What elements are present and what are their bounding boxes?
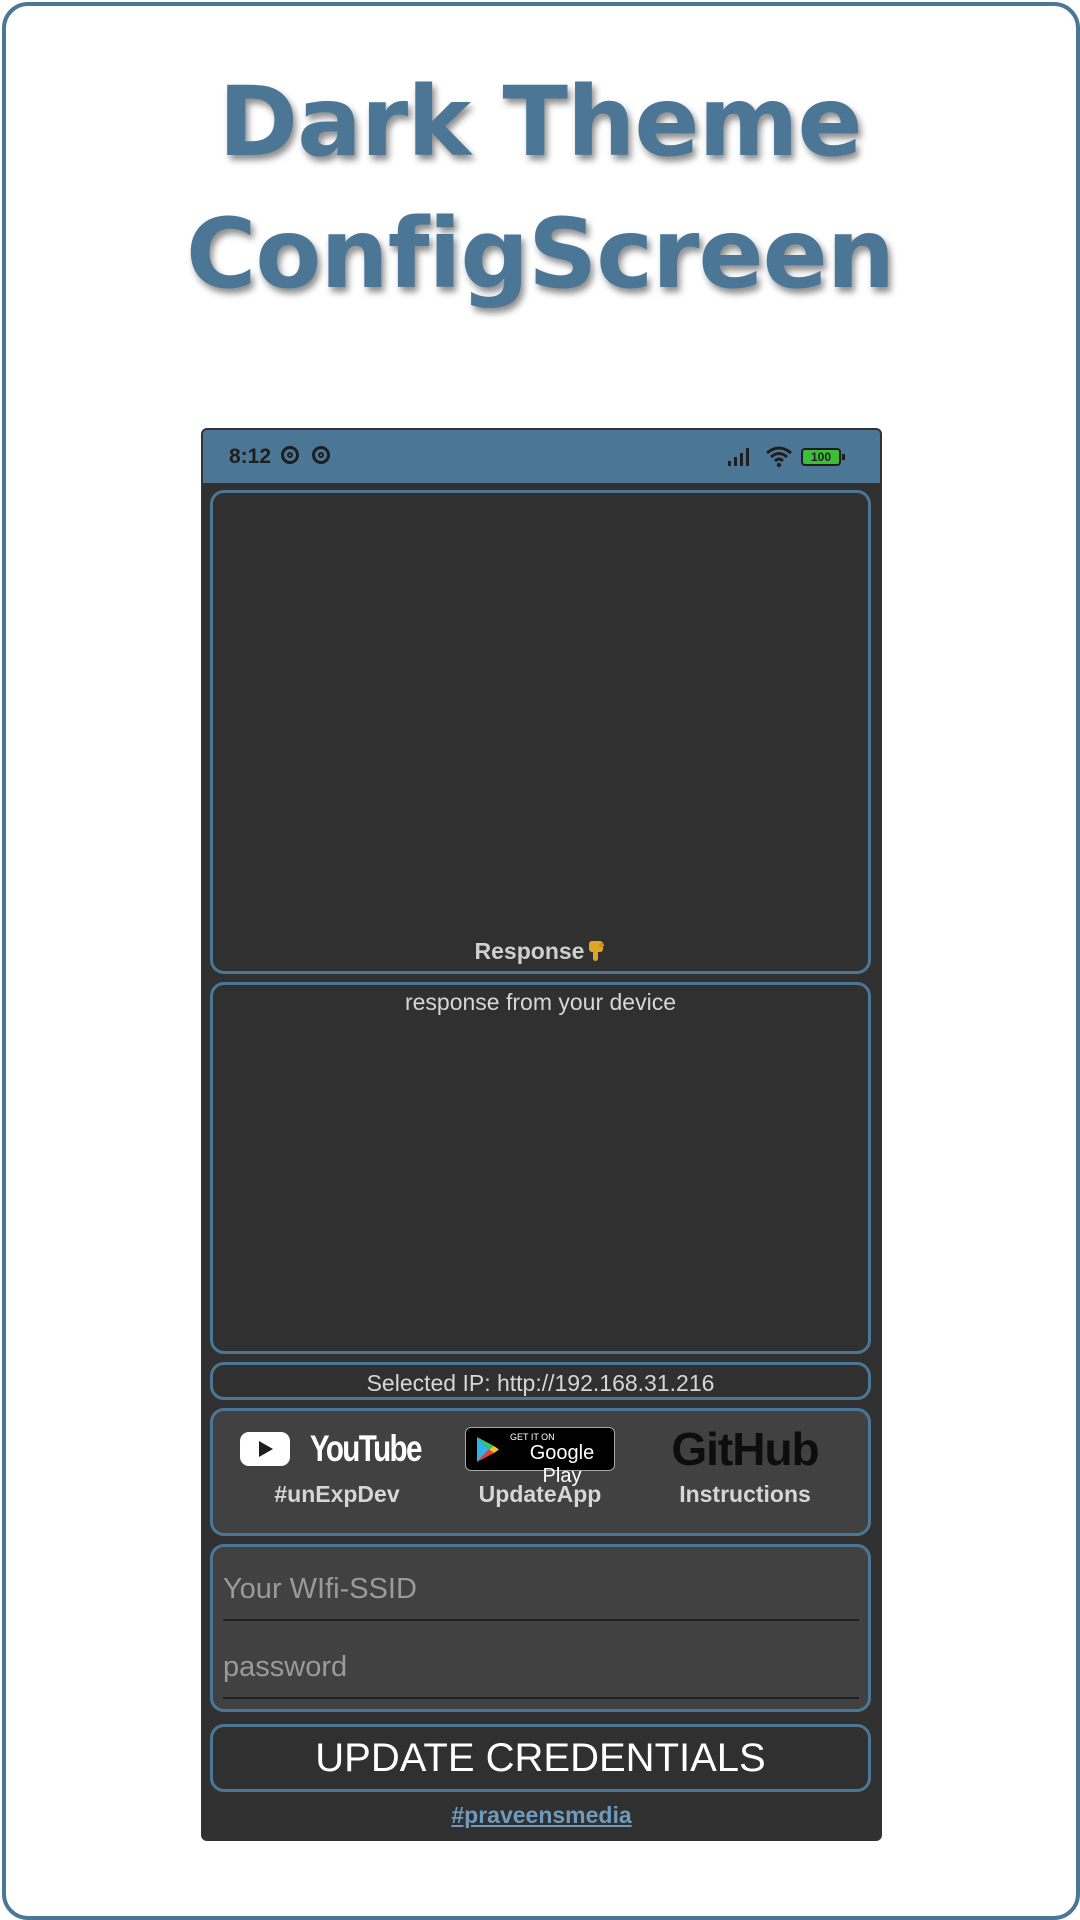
links-panel: YouTube #unExpDev GET IT ON Google Play … bbox=[210, 1408, 871, 1536]
github-link[interactable]: GitHub Instructions bbox=[645, 1423, 845, 1508]
google-play-icon bbox=[477, 1437, 499, 1462]
wifi-icon bbox=[766, 446, 792, 468]
signal-icon bbox=[728, 448, 749, 466]
credentials-form: Your WIfi-SSID password bbox=[210, 1544, 871, 1712]
google-play-wordmark: Google Play bbox=[529, 1442, 595, 1487]
pointing-down-hand-icon bbox=[589, 941, 605, 961]
selected-ip-text: Selected IP: http://192.168.31.216 bbox=[366, 1370, 715, 1396]
github-link-label: Instructions bbox=[679, 1481, 811, 1507]
phone-screen: 8:12 100 Response response from your dev… bbox=[201, 428, 882, 1841]
youtube-wordmark: YouTube bbox=[309, 1428, 422, 1469]
device-response-text: response from your device bbox=[404, 989, 676, 1015]
status-bar: 8:12 100 bbox=[203, 430, 880, 483]
google-play-badge: GET IT ON Google Play bbox=[465, 1427, 615, 1487]
device-response-panel: response from your device bbox=[210, 982, 871, 1354]
battery-icon: 100 bbox=[801, 448, 845, 466]
github-wordmark: GitHub bbox=[671, 1423, 819, 1475]
response-label: Response bbox=[474, 938, 585, 964]
selected-ip-panel: Selected IP: http://192.168.31.216 bbox=[210, 1362, 871, 1400]
status-time: 8:12 bbox=[229, 445, 272, 468]
update-app-link[interactable]: GET IT ON Google Play UpdateApp bbox=[440, 1427, 640, 1508]
footer-link[interactable]: #praveensmedia bbox=[203, 1802, 880, 1829]
sync-icon bbox=[312, 446, 330, 464]
password-input[interactable]: password bbox=[223, 1637, 859, 1699]
youtube-play-icon bbox=[239, 1432, 290, 1466]
youtube-logo: YouTube bbox=[237, 1427, 437, 1471]
youtube-link-label: #unExpDev bbox=[274, 1481, 400, 1507]
google-play-small-text: GET IT ON bbox=[510, 1432, 555, 1442]
wifi-ssid-input[interactable]: Your WIfi-SSID bbox=[223, 1559, 859, 1621]
headline-line-2: ConfigScreen bbox=[185, 198, 895, 310]
response-panel: Response bbox=[210, 490, 871, 974]
sync-icon bbox=[281, 446, 299, 464]
update-credentials-button[interactable]: UPDATE CREDENTIALS bbox=[210, 1724, 871, 1792]
headline-line-1: Dark Theme bbox=[218, 66, 862, 178]
youtube-link[interactable]: YouTube #unExpDev bbox=[237, 1427, 437, 1508]
